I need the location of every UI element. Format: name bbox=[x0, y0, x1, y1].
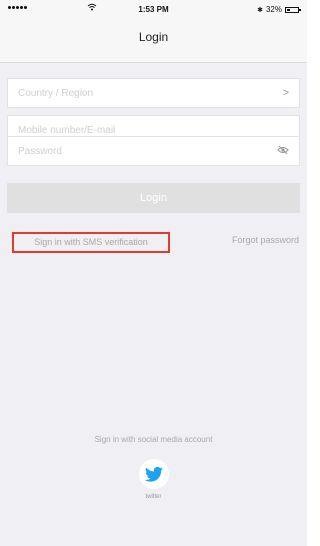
chevron-right-icon: > bbox=[282, 87, 289, 99]
status-bar: 1:53 PM ✱ 32% bbox=[0, 0, 307, 20]
battery-icon bbox=[285, 6, 301, 13]
country-region-input[interactable] bbox=[16, 79, 269, 107]
battery-indicator: ✱ 32% bbox=[257, 5, 301, 14]
login-screen: 1:53 PM ✱ 32% Login > Login Sign in with… bbox=[0, 0, 307, 546]
battery-percent: 32% bbox=[265, 5, 282, 14]
page-title: Login bbox=[138, 30, 169, 44]
bluetooth-icon: ✱ bbox=[257, 6, 263, 14]
eye-slash-icon[interactable] bbox=[277, 145, 289, 158]
social-login-label: Sign in with social media account bbox=[94, 435, 213, 444]
password-input[interactable] bbox=[16, 137, 269, 165]
login-button[interactable]: Login bbox=[7, 183, 300, 213]
nav-bar: Login bbox=[0, 20, 307, 63]
twitter-login-button[interactable] bbox=[139, 459, 169, 489]
sms-signin-link[interactable]: Sign in with SMS verification bbox=[12, 232, 170, 253]
forgot-password-link[interactable]: Forgot password bbox=[232, 235, 299, 245]
password-field[interactable] bbox=[7, 136, 300, 166]
twitter-icon bbox=[145, 466, 163, 482]
country-region-field[interactable]: > bbox=[7, 78, 300, 108]
twitter-label: twitter bbox=[145, 494, 162, 500]
